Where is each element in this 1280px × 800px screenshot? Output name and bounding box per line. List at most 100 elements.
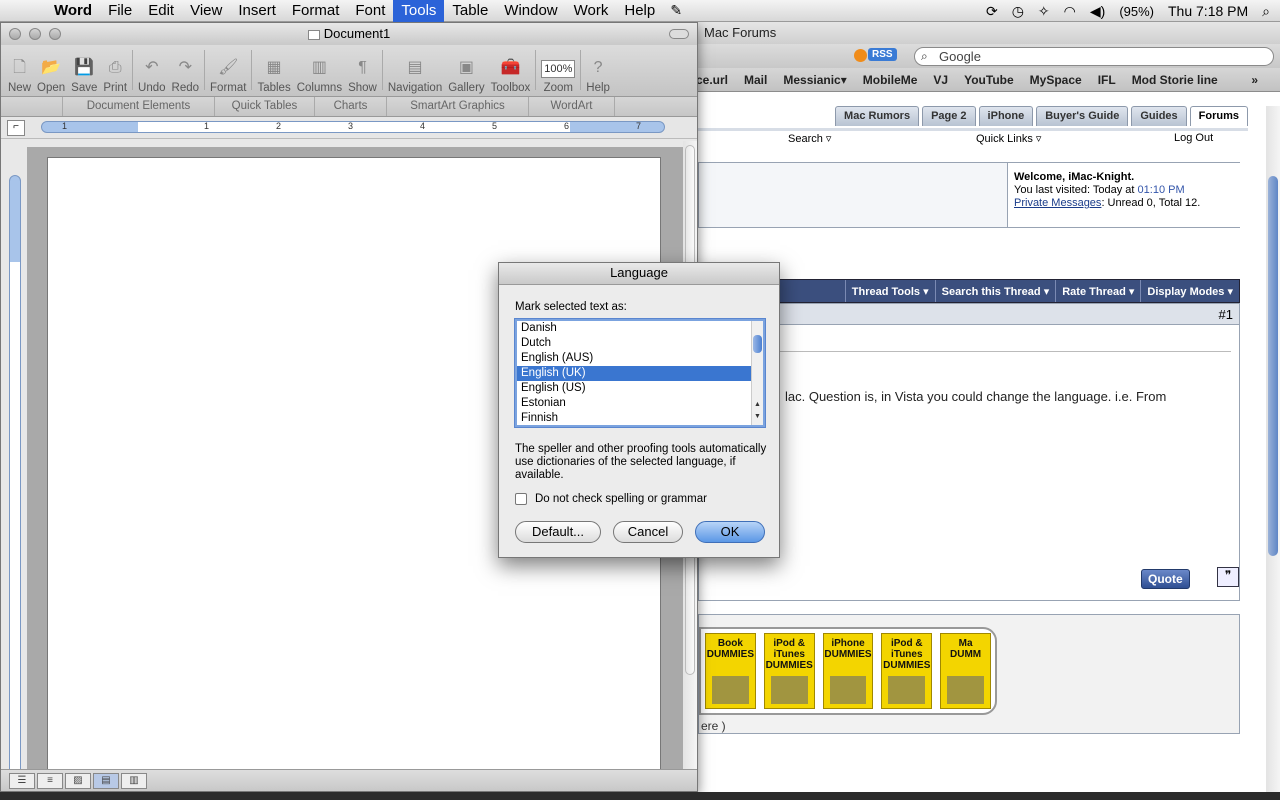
document-proxy-icon[interactable]	[307, 29, 320, 40]
bookmark-item[interactable]: ce.url	[696, 73, 728, 87]
quote-button[interactable]: Quote	[1141, 569, 1190, 589]
book-cover[interactable]: Book DUMMIES	[705, 633, 756, 709]
toolbar-show-button[interactable]: ¶ Show	[345, 46, 380, 94]
toolbar-toggle-button[interactable]	[669, 29, 689, 39]
menu-app[interactable]: Word	[46, 0, 100, 22]
ad-text[interactable]: ere )	[701, 719, 726, 733]
menu-file[interactable]: File	[100, 0, 140, 22]
outline-view-button[interactable]: ≡	[37, 772, 63, 789]
toolbar-zoom-button[interactable]: 100% Zoom	[538, 46, 578, 94]
script-menu-icon[interactable]: ✎	[663, 2, 689, 19]
default-button[interactable]: Default...	[515, 521, 601, 543]
subnav-quick-links[interactable]: Quick Links ▿	[976, 132, 1041, 145]
ribbon-tab-smartart-graphics[interactable]: SmartArt Graphics	[387, 97, 529, 116]
language-option[interactable]: Finnish	[517, 411, 753, 426]
language-option[interactable]: English (AUS)	[517, 351, 753, 366]
cancel-button[interactable]: Cancel	[613, 521, 683, 543]
toolbar-gallery-button[interactable]: ▣ Gallery	[445, 46, 487, 94]
volume-icon[interactable]: ◀)	[1090, 3, 1105, 20]
spotlight-search-icon[interactable]: ⌕	[1262, 3, 1270, 20]
google-search-field[interactable]: ⌕ Google	[914, 47, 1274, 66]
menu-insert[interactable]: Insert	[230, 0, 284, 22]
toolbar-help-button[interactable]: ? Help	[583, 46, 613, 94]
no-proofing-option[interactable]: Do not check spelling or grammar	[515, 493, 707, 505]
forum-tab[interactable]: Guides	[1131, 106, 1187, 126]
toolbar-format-button[interactable]: 🖌 Format	[207, 46, 249, 94]
forum-tab[interactable]: iPhone	[978, 106, 1034, 126]
bookmark-item[interactable]: Messianic▾	[783, 73, 846, 87]
close-button[interactable]	[9, 28, 21, 40]
tab-selector-icon[interactable]: ⌐	[7, 120, 25, 136]
wifi-icon[interactable]: ◠	[1064, 3, 1076, 20]
reload-icon[interactable]	[854, 49, 867, 62]
horizontal-ruler[interactable]: 1 1 2 3 4 5 6 7	[41, 121, 665, 133]
toolbar-open-button[interactable]: 📂 Open	[34, 46, 68, 94]
print-layout-view-button[interactable]: ▤	[93, 772, 119, 789]
private-messages-link[interactable]: Private Messages	[1014, 197, 1101, 209]
notebook-view-button[interactable]: ▥	[121, 772, 147, 789]
bookmark-item[interactable]: YouTube	[964, 73, 1014, 87]
zoom-field[interactable]: 100%	[541, 60, 576, 78]
book-cover[interactable]: iPod & iTunes DUMMIES	[881, 633, 933, 709]
toolbar-print-button[interactable]: ⎙ Print	[100, 46, 130, 94]
book-cover[interactable]: iPhone DUMMIES	[822, 633, 874, 709]
scroll-down-arrow-icon[interactable]: ▼	[752, 413, 763, 420]
ad-banner[interactable]: Book DUMMIES iPod & iTunes DUMMIES iPhone …	[698, 614, 1240, 734]
vertical-ruler[interactable]	[9, 175, 21, 780]
bookmark-item[interactable]: MySpace	[1030, 73, 1082, 87]
sync-icon[interactable]: ⟳	[986, 3, 998, 20]
language-option[interactable]: English (UK)	[517, 366, 753, 381]
language-option[interactable]: Dutch	[517, 336, 753, 351]
minimize-button[interactable]	[29, 28, 41, 40]
forum-tab[interactable]: Buyer's Guide	[1036, 106, 1129, 126]
toolbar-columns-button[interactable]: ▥ Columns	[294, 46, 345, 94]
toolbar-toolbox-button[interactable]: 🧰 Toolbox	[488, 46, 534, 94]
ribbon-tab-wordart[interactable]: WordArt	[529, 97, 615, 116]
thread-tool-menu[interactable]: Search this Thread ▾	[934, 280, 1056, 302]
language-list-scroll-thumb[interactable]	[753, 335, 762, 353]
menu-format[interactable]: Format	[284, 0, 348, 22]
multiquote-icon[interactable]: ❞	[1217, 567, 1239, 587]
subnav-logout[interactable]: Log Out	[1174, 132, 1213, 144]
menu-view[interactable]: View	[182, 0, 230, 22]
bookmark-item[interactable]: Mod Storie line	[1132, 73, 1218, 87]
bookmark-item[interactable]: IFL	[1098, 73, 1116, 87]
language-option[interactable]: Danish	[517, 321, 753, 336]
language-list-scrollbar[interactable]: ▲ ▼	[751, 321, 763, 425]
menu-window[interactable]: Window	[496, 0, 565, 22]
ribbon-tab-charts[interactable]: Charts	[315, 97, 387, 116]
menu-font[interactable]: Font	[347, 0, 393, 22]
ribbon-tab-quick-tables[interactable]: Quick Tables	[215, 97, 315, 116]
toolbar-undo-button[interactable]: ↶ Undo	[135, 46, 169, 94]
language-list[interactable]: Danish Dutch English (AUS) English (UK) Engl…	[515, 319, 765, 427]
no-proofing-checkbox[interactable]	[515, 493, 527, 505]
battery-status[interactable]: (95%)	[1119, 4, 1154, 19]
zoom-button[interactable]	[49, 28, 61, 40]
menu-tools[interactable]: Tools	[393, 0, 445, 22]
ok-button[interactable]: OK	[695, 521, 765, 543]
forum-tab[interactable]: Forums	[1189, 106, 1248, 126]
book-cover[interactable]: Ma DUMM	[940, 633, 991, 709]
toolbar-redo-button[interactable]: ↷ Redo	[169, 46, 203, 94]
toolbar-navigation-button[interactable]: ▤ Navigation	[385, 46, 445, 94]
dummies-books[interactable]: Book DUMMIES iPod & iTunes DUMMIES iPhone …	[699, 627, 997, 715]
thread-tool-menu[interactable]: Display Modes ▾	[1140, 280, 1239, 302]
language-option[interactable]: English (US)	[517, 381, 753, 396]
toolbar-new-button[interactable]: 🗋 New	[5, 46, 34, 94]
no-proofing-label[interactable]: Do not check spelling or grammar	[535, 493, 707, 505]
language-option[interactable]: Estonian	[517, 396, 753, 411]
subnav-search[interactable]: Search ▿	[788, 132, 831, 145]
menu-work[interactable]: Work	[566, 0, 617, 22]
bookmark-item[interactable]: MobileMe	[863, 73, 918, 87]
browser-scrollbar[interactable]	[1266, 106, 1280, 800]
publishing-view-button[interactable]: ▨	[65, 772, 91, 789]
scroll-up-arrow-icon[interactable]: ▲	[752, 401, 763, 408]
menu-table[interactable]: Table	[444, 0, 496, 22]
forum-tab[interactable]: Mac Rumors	[835, 106, 920, 126]
toolbar-save-button[interactable]: 💾 Save	[68, 46, 100, 94]
bookmarks-overflow-icon[interactable]: »	[1251, 73, 1258, 87]
menu-help[interactable]: Help	[616, 0, 663, 22]
rss-button[interactable]: RSS	[868, 48, 897, 61]
clock[interactable]: Thu 7:18 PM	[1168, 3, 1248, 19]
thread-tool-menu[interactable]: Thread Tools ▾	[844, 280, 935, 302]
